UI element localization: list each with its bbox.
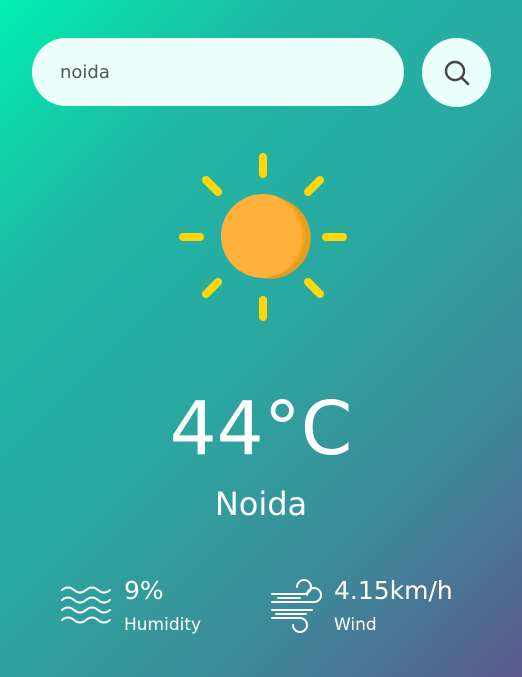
- weather-card: 44°C Noida 9% Humidity: [0, 0, 522, 677]
- waves-icon: [61, 586, 111, 624]
- search-input[interactable]: [32, 38, 404, 106]
- wind-detail: 4.15km/h Wind: [270, 574, 453, 638]
- humidity-label: Humidity: [124, 615, 202, 635]
- city-name: Noida: [214, 485, 308, 523]
- humidity-detail: 9% Humidity: [60, 574, 201, 638]
- search-button[interactable]: [422, 38, 491, 107]
- sun-icon: [179, 153, 347, 321]
- search-icon: [444, 60, 469, 85]
- humidity-value: 9%: [124, 576, 164, 605]
- wind-value: 4.15km/h: [334, 576, 453, 605]
- temperature: 44°C: [169, 386, 353, 472]
- wind-label: Wind: [334, 615, 377, 635]
- wind-icon: [271, 579, 322, 633]
